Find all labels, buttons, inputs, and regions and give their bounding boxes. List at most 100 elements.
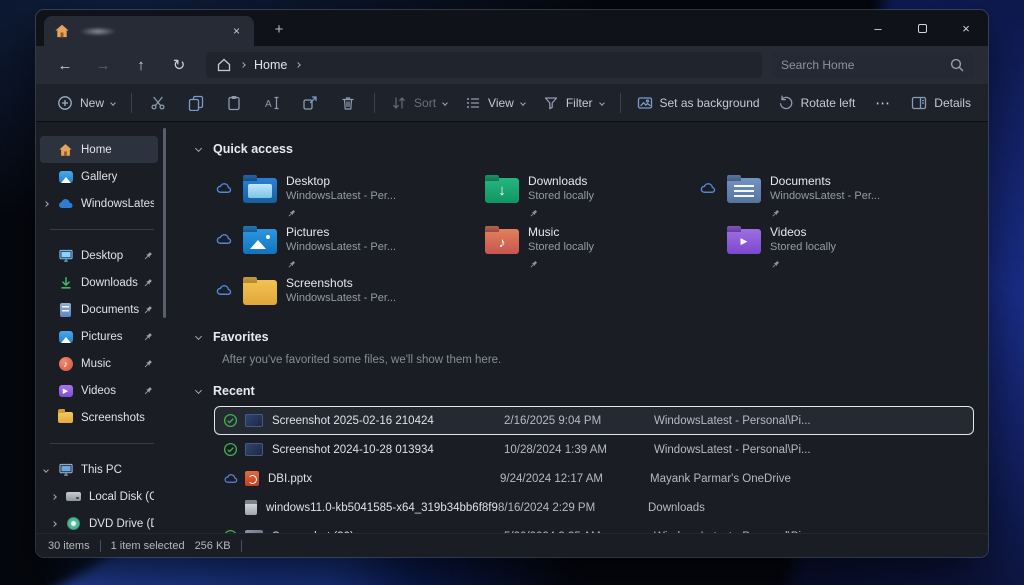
delete-button[interactable] (329, 89, 367, 117)
refresh-button[interactable]: ↻ (164, 51, 194, 79)
sidebar-item-this-pc[interactable]: This PC (40, 456, 158, 483)
onedrive-status-icon (215, 233, 232, 245)
quick-access-card-screenshots[interactable]: Screenshots WindowsLatest - Per... (215, 276, 465, 306)
back-button[interactable]: ← (50, 51, 80, 79)
file-location: WindowsLatest - Personal\Pi... (654, 444, 965, 456)
toolbar-divider (131, 93, 132, 113)
recent-file-row[interactable]: Screenshot (30) 5/20/2024 3:35 AM Window… (214, 522, 974, 533)
sort-icon (391, 95, 407, 111)
quick-access-header[interactable]: Quick access (196, 142, 974, 156)
sidebar-item-onedrive[interactable]: WindowsLatest (40, 190, 158, 217)
recent-file-row[interactable]: Screenshot 2025-02-16 210424 2/16/2025 9… (214, 406, 974, 435)
sidebar-separator (50, 443, 154, 444)
recent-file-row[interactable]: Screenshot 2024-10-28 013934 10/28/2024 … (214, 435, 974, 464)
section-chevron-icon[interactable] (195, 144, 202, 151)
sidebar-item-documents[interactable]: Documents (40, 296, 158, 323)
quick-access-card-pictures[interactable]: Pictures WindowsLatest - Per... (215, 225, 465, 269)
rotate-left-button[interactable]: Rotate left (769, 89, 865, 117)
sidebar-item-label: Gallery (81, 171, 117, 183)
expand-chevron-icon[interactable] (51, 494, 57, 500)
sidebar-item-videos[interactable]: ▶ Videos (40, 377, 158, 404)
sidebar-item-label: This PC (81, 464, 122, 476)
minimize-button[interactable]: – (856, 10, 900, 46)
sidebar-item-gallery[interactable]: Gallery (40, 163, 158, 190)
quick-access-card-downloads[interactable]: Downloads Stored locally (457, 174, 707, 218)
sidebar-item-desktop[interactable]: Desktop (40, 242, 158, 269)
copy-button[interactable] (177, 89, 215, 117)
favorites-header[interactable]: Favorites (196, 330, 974, 344)
sidebar-item-pictures[interactable]: Pictures (40, 323, 158, 350)
file-thumbnail-icon (245, 443, 263, 456)
sidebar-item-label: Music (81, 358, 111, 370)
expand-chevron-icon[interactable] (43, 201, 49, 207)
sidebar-item-home[interactable]: Home (40, 136, 158, 163)
chevron-down-icon (442, 100, 448, 106)
downloads-folder-icon (485, 178, 519, 203)
paste-button[interactable] (215, 89, 253, 117)
new-tab-button[interactable]: + (266, 17, 292, 41)
sidebar-item-label: Documents (81, 304, 139, 316)
sidebar-item-label: DVD Drive (D:) (89, 518, 154, 530)
maximize-button[interactable] (900, 10, 944, 46)
plus-circle-icon (57, 95, 73, 111)
card-subtitle: Stored locally (528, 189, 594, 204)
quick-access-card-documents[interactable]: Documents WindowsLatest - Per... (699, 174, 949, 218)
desktop-folder-icon (243, 178, 277, 203)
rename-button[interactable]: A (253, 89, 291, 117)
sidebar-separator (50, 229, 154, 230)
explorer-tab-home[interactable]: × (44, 16, 254, 46)
title-bar: × + – × (36, 10, 988, 46)
recent-file-row[interactable]: windows11.0-kb5041585-x64_319b34bb6f8f9.… (214, 493, 974, 522)
collapse-chevron-icon[interactable] (43, 467, 49, 473)
sidebar-item-downloads[interactable]: Downloads (40, 269, 158, 296)
quick-access-card-videos[interactable]: Videos Stored locally (699, 225, 949, 269)
quick-access-card-desktop[interactable]: Desktop WindowsLatest - Per... (215, 174, 465, 218)
pin-icon (142, 250, 154, 262)
sidebar-item-local-disk-c[interactable]: Local Disk (C:) (48, 483, 158, 510)
downloads-icon (57, 274, 74, 291)
sync-check-icon (223, 413, 238, 428)
search-icon[interactable] (949, 57, 965, 73)
sidebar-item-screenshots[interactable]: Screenshots (40, 404, 158, 431)
recent-header[interactable]: Recent (196, 384, 974, 398)
home-icon (57, 141, 74, 158)
share-button[interactable] (291, 89, 329, 117)
pin-icon (528, 207, 539, 218)
section-chevron-icon[interactable] (195, 332, 202, 339)
breadcrumb-chevron-icon (240, 62, 246, 68)
cut-icon (150, 95, 166, 111)
dvd-drive-icon (65, 515, 82, 532)
details-panel-icon (911, 95, 927, 111)
tab-close-icon[interactable]: × (229, 23, 244, 39)
status-divider (241, 540, 242, 552)
sort-button[interactable]: Sort (382, 89, 456, 117)
cut-button[interactable] (139, 89, 177, 117)
sidebar-item-music[interactable]: ♪ Music (40, 350, 158, 377)
sync-check-icon (223, 442, 238, 457)
powerpoint-file-icon (245, 471, 259, 486)
filter-button[interactable]: Filter (534, 89, 613, 117)
set-as-background-button[interactable]: Set as background (628, 89, 769, 117)
details-button[interactable]: Details (902, 89, 980, 117)
recent-file-row[interactable]: DBI.pptx 9/24/2024 12:17 AM Mayank Parma… (214, 464, 974, 493)
new-button[interactable]: New (48, 89, 124, 117)
close-button[interactable]: × (944, 10, 988, 46)
more-options-button[interactable]: ⋯ (864, 89, 902, 117)
forward-button[interactable]: → (88, 51, 118, 79)
sidebar-scrollbar[interactable] (163, 128, 166, 318)
gallery-icon (57, 168, 74, 185)
section-chevron-icon[interactable] (195, 386, 202, 393)
selection-size: 256 KB (195, 540, 231, 552)
breadcrumb-home[interactable]: Home (254, 58, 287, 72)
section-title: Favorites (213, 330, 269, 344)
view-button[interactable]: View (456, 89, 534, 117)
quick-access-card-music[interactable]: Music Stored locally (457, 225, 707, 269)
search-input[interactable] (781, 58, 949, 72)
card-subtitle: WindowsLatest - Per... (286, 240, 396, 255)
expand-chevron-icon[interactable] (51, 521, 57, 527)
file-location: Mayank Parmar's OneDrive (650, 473, 965, 485)
address-bar[interactable]: Home (206, 52, 762, 78)
file-name: DBI.pptx (268, 473, 500, 485)
up-button[interactable]: ↑ (126, 51, 156, 79)
card-subtitle: WindowsLatest - Per... (770, 189, 880, 204)
